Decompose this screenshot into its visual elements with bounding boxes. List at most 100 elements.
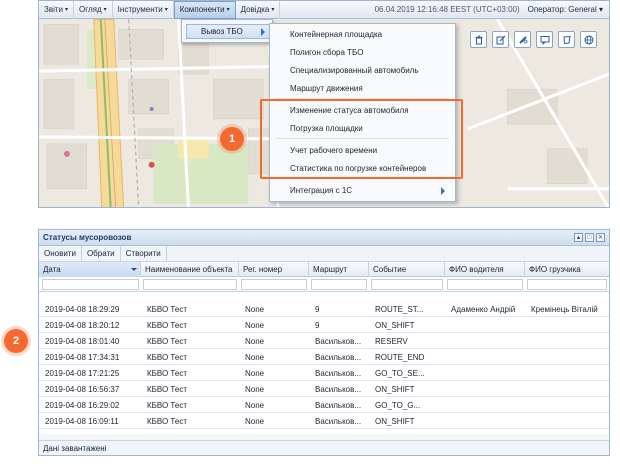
cell-route: 9: [315, 304, 320, 314]
close-icon[interactable]: ✕: [596, 233, 605, 242]
status-text: Дані завантажені: [43, 443, 107, 453]
caret-down-icon: ▾: [103, 7, 107, 13]
column-header-loader-label: ФИО грузчика: [529, 265, 581, 274]
cell-reg-number: None: [245, 336, 265, 346]
cell-object: КБВО Тест: [147, 320, 187, 330]
table-row[interactable]: 2019-04-08 18:29:29 КБВО Тест None 9 ROUTE_S…: [39, 301, 609, 317]
trash-icon[interactable]: [470, 31, 487, 48]
truck-status-panel: Статусы мусоровозов ▲ □ ✕ Оновити Обрати…: [38, 229, 610, 456]
table-row[interactable]: 2019-04-08 17:21:25 КБВО Тест None Василько…: [39, 365, 609, 381]
column-header-loader[interactable]: ФИО грузчика: [525, 262, 609, 277]
cell-reg-number: None: [245, 400, 265, 410]
cell-object: КБВО Тест: [147, 352, 187, 362]
cell-date: 2019-04-08 17:34:31: [45, 352, 120, 362]
callout-badge-1: 1: [220, 127, 244, 151]
menubar: Звіти ▾ Огляд ▾ Інструменти ▾ Компоненти ▾ Д…: [39, 1, 609, 19]
cell-object: КБВО Тест: [147, 384, 187, 394]
filter-date-input[interactable]: [42, 279, 139, 290]
column-header-reg-number[interactable]: Рег. номер: [239, 262, 309, 277]
cell-reg-number: None: [245, 352, 265, 362]
table-row[interactable]: 2019-04-08 18:01:40 КБВО Тест None Василько…: [39, 333, 609, 349]
grid-toolbar: Оновити Обрати Створити: [39, 245, 609, 262]
menu-help-label: Довідка: [240, 5, 270, 14]
cell-loader: [525, 397, 609, 413]
column-header-event-label: Событие: [373, 265, 407, 274]
filter-event-input[interactable]: [371, 279, 443, 290]
column-header-driver-label: ФИО водителя: [449, 265, 504, 274]
comment-icon[interactable]: [536, 31, 553, 48]
cell-event: GO_TO_SE...: [375, 368, 425, 378]
menu-item-special-vehicle[interactable]: Специализированный автомобиль: [290, 66, 419, 75]
table-row[interactable]: 2019-04-08 18:20:12 КБВО Тест None 9 ON_SHIF…: [39, 317, 609, 333]
filter-object-input[interactable]: [143, 279, 237, 290]
menu-components[interactable]: Компоненти ▾: [173, 1, 236, 19]
column-header-object-label: Наименование объекта: [145, 265, 233, 274]
chevron-right-icon: [441, 187, 445, 195]
highlight-frame: [260, 99, 463, 179]
cell-event: ON_SHIFT: [375, 416, 415, 426]
cell-route: Васильков...: [315, 400, 362, 410]
components-submenu: Вывоз ТБО: [181, 19, 273, 43]
refresh-button[interactable]: Оновити: [39, 245, 82, 262]
column-header-driver[interactable]: ФИО водителя: [445, 262, 525, 277]
cell-loader: Кремінець Віталій: [531, 304, 598, 314]
sort-down-icon: [131, 268, 137, 271]
menu-item-container-site[interactable]: Контейнерная площадка: [290, 30, 382, 39]
cell-date: 2019-04-08 17:21:25: [45, 368, 120, 378]
pencil-icon[interactable]: [514, 31, 531, 48]
menu-item-waste-removal-label: Вывоз ТБО: [201, 27, 243, 36]
menu-tools[interactable]: Інструменти ▾: [113, 1, 174, 19]
window-controls: ▲ □ ✕: [574, 233, 605, 242]
cell-object: КБВО Тест: [147, 336, 187, 346]
menu-item-landfill[interactable]: Полигон сбора ТБО: [290, 48, 363, 57]
operator-menu[interactable]: Оператор: General ▾: [528, 5, 603, 14]
cell-driver: [445, 365, 525, 381]
cell-driver: [445, 317, 525, 333]
menu-view[interactable]: Огляд ▾: [74, 1, 113, 19]
filter-reg-number-input[interactable]: [241, 279, 307, 290]
table-row[interactable]: 2019-04-08 16:09:11 КБВО Тест None Василько…: [39, 413, 609, 429]
cell-date: 2019-04-08 18:01:40: [45, 336, 120, 346]
column-header-date[interactable]: Дата: [39, 262, 141, 277]
table-row[interactable]: 2019-04-08 17:34:31 КБВО Тест None Василько…: [39, 349, 609, 365]
filter-loader-input[interactable]: [527, 279, 607, 290]
column-header-route-label: Маршрут: [313, 265, 348, 274]
cell-route: Васильков...: [315, 336, 362, 346]
caret-down-icon: ▾: [271, 7, 275, 13]
filter-driver-input[interactable]: [447, 279, 523, 290]
menu-item-1c-integration[interactable]: Интеграция с 1С: [290, 186, 352, 195]
column-header-date-label: Дата: [43, 265, 61, 274]
column-header-route[interactable]: Маршрут: [309, 262, 369, 277]
select-button[interactable]: Обрати: [82, 245, 121, 262]
cell-event: ON_SHIFT: [375, 384, 415, 394]
create-button[interactable]: Створити: [121, 245, 167, 262]
cell-object: КБВО Тест: [147, 416, 187, 426]
filter-route-input[interactable]: [311, 279, 367, 290]
grid-body: 2019-04-08 18:29:29 КБВО Тест None 9 ROUTE_S…: [39, 301, 609, 429]
menu-components-label: Компоненти: [179, 5, 225, 14]
menu-tools-label: Інструменти: [117, 5, 163, 14]
cell-reg-number: None: [245, 368, 265, 378]
cell-route: Васильков...: [315, 416, 362, 426]
globe-icon[interactable]: [580, 31, 597, 48]
cell-route: Васильков...: [315, 384, 362, 394]
cell-event: GO_TO_G...: [375, 400, 421, 410]
table-row[interactable]: 2019-04-08 16:56:37 КБВО Тест None Василько…: [39, 381, 609, 397]
polygon-icon[interactable]: [558, 31, 575, 48]
maximize-icon[interactable]: □: [585, 233, 594, 242]
menu-help[interactable]: Довідка ▾: [236, 1, 281, 19]
cell-date: 2019-04-08 16:56:37: [45, 384, 120, 394]
cell-loader: [525, 333, 609, 349]
column-header-object[interactable]: Наименование объекта: [141, 262, 239, 277]
cell-object: КБВО Тест: [147, 368, 187, 378]
menu-item-route[interactable]: Маршрут движения: [290, 84, 363, 93]
edit-icon[interactable]: [492, 31, 509, 48]
cell-date: 2019-04-08 18:20:12: [45, 320, 120, 330]
menu-reports[interactable]: Звіти ▾: [39, 1, 75, 19]
table-row[interactable]: 2019-04-08 16:29:02 КБВО Тест None Василько…: [39, 397, 609, 413]
cell-loader: [525, 413, 609, 429]
collapse-icon[interactable]: ▲: [574, 233, 583, 242]
column-header-event[interactable]: Событие: [369, 262, 445, 277]
cell-reg-number: None: [245, 320, 265, 330]
menu-item-waste-removal[interactable]: Вывоз ТБО: [186, 24, 270, 39]
